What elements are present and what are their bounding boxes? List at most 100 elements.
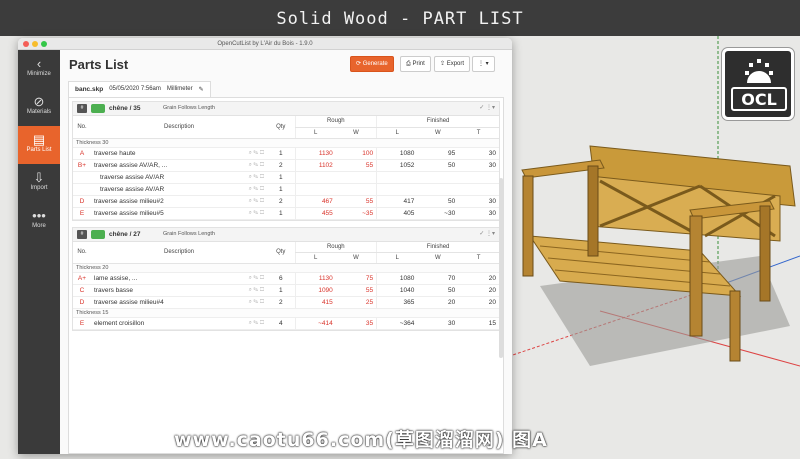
part-number: E bbox=[73, 207, 91, 220]
table-row[interactable]: Etraverse assise milieu#5 ⌕ ✎ ☐ 1 455 ~35 405… bbox=[73, 207, 499, 220]
table-row[interactable]: A+ lame assise, ... ⌕ ✎ ☐ 6 1130 75 1080 70 20 bbox=[73, 272, 499, 285]
generate-button[interactable]: ⟳ Generate bbox=[350, 56, 394, 72]
more-icon: ••• bbox=[32, 208, 46, 223]
group-tools-icon[interactable]: ✓ ⋮▾ bbox=[479, 104, 495, 111]
finished-thickness bbox=[458, 171, 499, 184]
thickness-label: Thickness 30 bbox=[73, 138, 499, 148]
finished-thickness: 30 bbox=[458, 147, 499, 160]
part-description-text: traverse assise milieu#4 bbox=[94, 299, 164, 306]
edit-icon[interactable]: ✎ bbox=[199, 86, 204, 93]
finished-length: 417 bbox=[376, 195, 418, 208]
file-date: 05/05/2020 7:56am bbox=[109, 86, 161, 92]
part-qty: 1 bbox=[267, 147, 295, 160]
col-finished-w: W bbox=[417, 127, 459, 139]
window-title: OpenCutList by L'Air du Bois - 1.9.0 bbox=[217, 41, 313, 47]
close-window-button[interactable] bbox=[23, 41, 29, 47]
thickness-row: Thickness 20 bbox=[73, 263, 499, 273]
print-button[interactable]: ⎙ Print bbox=[400, 56, 431, 72]
col-qty: Qty bbox=[267, 116, 295, 139]
sidebar: ‹ Minimize ⊘ Materials ▤ Parts List ⇩ Im… bbox=[18, 50, 60, 454]
file-tab[interactable]: banc.skp 05/05/2020 7:56am Millimeter ✎ bbox=[68, 81, 211, 97]
rough-length: 467 bbox=[294, 195, 336, 208]
col-qty: Qty bbox=[267, 241, 295, 264]
table-row[interactable]: Atraverse haute ⌕ ✎ ☐ 1 1130 100 1080 95 30 bbox=[73, 147, 499, 160]
row-actions-icon[interactable]: ⌕ ✎ ☐ bbox=[249, 186, 264, 193]
group-number: # bbox=[77, 229, 87, 239]
materials-icon: ⊘ bbox=[33, 94, 45, 109]
finished-thickness: 20 bbox=[458, 284, 499, 297]
finished-length bbox=[376, 183, 418, 196]
rough-length: 1130 bbox=[294, 147, 336, 160]
part-description: traverse assise milieu#5 ⌕ ✎ ☐ bbox=[91, 207, 267, 220]
export-button[interactable]: ⇪ Export bbox=[434, 56, 471, 72]
parts-content[interactable]: # chêne / 35 Grain Follows Length ✓ ⋮▾ No. De… bbox=[68, 97, 504, 454]
rough-width: 55 bbox=[335, 195, 377, 208]
row-actions-icon[interactable]: ⌕ ✎ ☐ bbox=[249, 275, 264, 282]
col-finished-t: T bbox=[458, 252, 499, 264]
header-menu-button[interactable]: ⋮ ▾ bbox=[472, 56, 495, 72]
row-actions-icon[interactable]: ⌕ ✎ ☐ bbox=[249, 198, 264, 205]
table-row[interactable]: Ctravers basse ⌕ ✎ ☐ 1 1090 55 1040 50 20 bbox=[73, 284, 499, 297]
part-description-text: traverse assise AV/AR, ... bbox=[94, 161, 168, 169]
group-header[interactable]: # chêne / 35 Grain Follows Length ✓ ⋮▾ bbox=[73, 102, 499, 116]
table-row[interactable]: Dtraverse assise milieu#2 ⌕ ✎ ☐ 2 467 55 417 5… bbox=[73, 195, 499, 208]
sidebar-item-label: Materials bbox=[26, 109, 52, 115]
zoom-window-button[interactable] bbox=[41, 41, 47, 47]
finished-width: 70 bbox=[417, 272, 459, 285]
finished-thickness: 15 bbox=[458, 317, 499, 330]
ocl-logo: OCL bbox=[722, 48, 794, 120]
col-rough-l: L bbox=[294, 252, 336, 264]
thickness-label: Thickness 15 bbox=[73, 308, 499, 318]
col-finished-l: L bbox=[376, 127, 418, 139]
part-description-text: traverse haute bbox=[94, 149, 136, 157]
opencutlist-window: OpenCutList by L'Air du Bois - 1.9.0 ‹ M… bbox=[18, 38, 512, 454]
finished-thickness: 20 bbox=[458, 296, 499, 309]
sidebar-item-more[interactable]: ••• More bbox=[18, 202, 60, 240]
finished-thickness: 30 bbox=[458, 159, 499, 172]
thickness-row: Thickness 15 bbox=[73, 308, 499, 318]
sidebar-item-parts-list[interactable]: ▤ Parts List bbox=[18, 126, 60, 164]
row-actions-icon[interactable]: ⌕ ✎ ☐ bbox=[249, 287, 264, 294]
scrollbar[interactable] bbox=[499, 178, 503, 358]
row-actions-icon[interactable]: ⌕ ✎ ☐ bbox=[249, 320, 264, 327]
col-finished: Finished bbox=[376, 241, 499, 253]
part-number: C bbox=[73, 284, 91, 297]
row-actions-icon[interactable]: ⌕ ✎ ☐ bbox=[249, 150, 264, 157]
finished-width bbox=[417, 183, 459, 196]
row-actions-icon[interactable]: ⌕ ✎ ☐ bbox=[249, 174, 264, 181]
part-description: traverse assise milieu#4 ⌕ ✎ ☐ bbox=[91, 296, 267, 309]
rough-width: 55 bbox=[335, 159, 377, 172]
row-actions-icon[interactable]: ⌕ ✎ ☐ bbox=[249, 299, 264, 306]
finished-width: 30 bbox=[417, 317, 459, 330]
group-tools-icon[interactable]: ✓ ⋮▾ bbox=[479, 230, 495, 237]
row-actions-icon[interactable]: ⌕ ✎ ☐ bbox=[249, 162, 264, 169]
part-number: A bbox=[73, 147, 91, 160]
group-header[interactable]: # chêne / 27 Grain Follows Length ✓ ⋮▾ bbox=[73, 227, 499, 242]
import-icon: ⇩ bbox=[33, 170, 45, 185]
col-finished: Finished bbox=[376, 116, 499, 128]
col-rough-l: L bbox=[294, 127, 336, 139]
table-row[interactable]: B+ traverse assise AV/AR, ... ⌕ ✎ ☐ 2 1102 55… bbox=[73, 159, 499, 172]
rough-length: 1090 bbox=[294, 284, 336, 297]
table-row[interactable]: Eelement croisillon ⌕ ✎ ☐ 4 ~414 35 ~364 30 15 bbox=[73, 317, 499, 330]
rough-width: 25 bbox=[335, 296, 377, 309]
minimize-window-button[interactable] bbox=[32, 41, 38, 47]
table-row[interactable]: Dtraverse assise milieu#4 ⌕ ✎ ☐ 2 415 25 365 2… bbox=[73, 296, 499, 309]
sidebar-item-minimize[interactable]: ‹ Minimize bbox=[18, 50, 60, 88]
table-row[interactable]: traverse assise AV/AR ⌕ ✎ ☐ 1 bbox=[73, 183, 499, 196]
sidebar-item-materials[interactable]: ⊘ Materials bbox=[18, 88, 60, 126]
finished-thickness bbox=[458, 183, 499, 196]
finished-length: 1040 bbox=[376, 284, 418, 297]
col-description: Description bbox=[91, 241, 267, 264]
col-finished-l: L bbox=[376, 252, 418, 264]
finished-thickness: 30 bbox=[458, 207, 499, 220]
finished-width: 50 bbox=[417, 195, 459, 208]
row-actions-icon[interactable]: ⌕ ✎ ☐ bbox=[249, 210, 264, 217]
thickness-row: Thickness 30 bbox=[73, 138, 499, 148]
table-row[interactable]: traverse assise AV/AR ⌕ ✎ ☐ 1 bbox=[73, 171, 499, 184]
banner: Solid Wood - PART LIST bbox=[0, 0, 800, 36]
rough-length: 415 bbox=[294, 296, 336, 309]
sidebar-item-import[interactable]: ⇩ Import bbox=[18, 164, 60, 202]
col-rough-w: W bbox=[335, 252, 377, 264]
material-group: # chêne / 27 Grain Follows Length ✓ ⋮▾ No. De… bbox=[72, 226, 500, 331]
